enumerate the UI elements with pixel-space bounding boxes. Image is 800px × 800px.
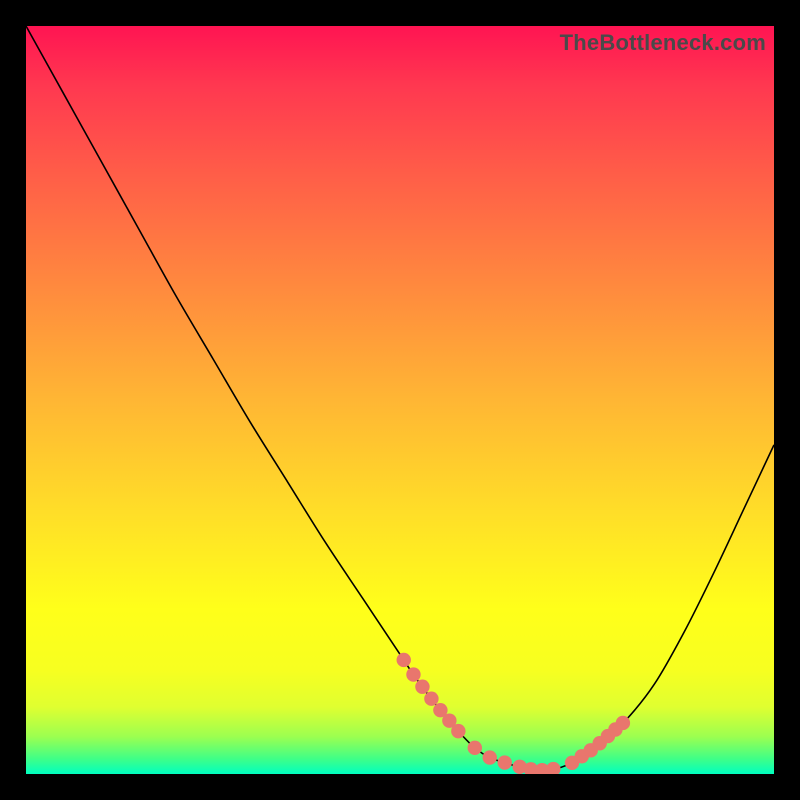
marker-dot [406, 667, 420, 681]
marker-dots [397, 653, 631, 774]
marker-dot [498, 755, 512, 769]
plot-area: TheBottleneck.com [26, 26, 774, 774]
marker-dot [468, 741, 482, 755]
marker-dot [415, 680, 429, 694]
curve-layer [26, 26, 774, 774]
marker-dot [546, 762, 560, 774]
marker-dot [616, 716, 630, 730]
marker-dot [451, 724, 465, 738]
marker-dot [483, 750, 497, 764]
marker-dot [397, 653, 411, 667]
chart-frame: TheBottleneck.com [0, 0, 800, 800]
marker-dot [424, 692, 438, 706]
